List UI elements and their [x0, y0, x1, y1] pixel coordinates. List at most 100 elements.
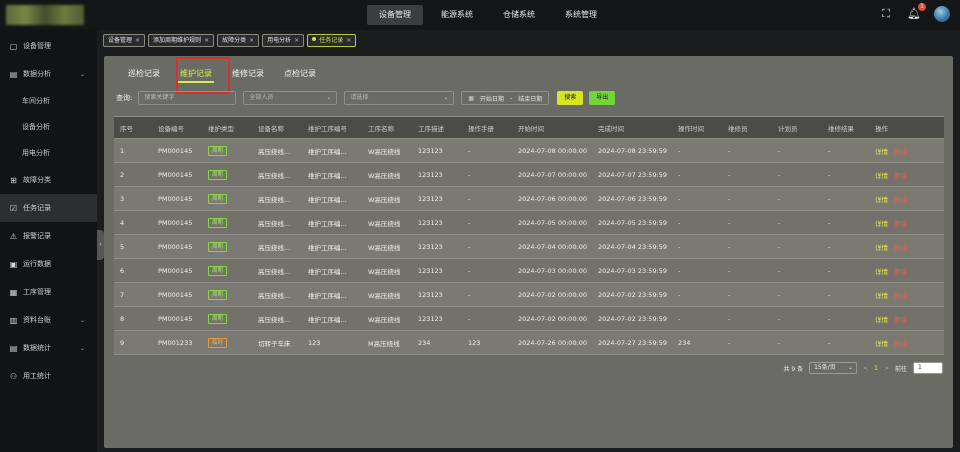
- sidebar-collapse-handle[interactable]: ‹: [97, 230, 104, 260]
- sidebar: ▢ 设备管理 ▤ 数据分析 ⌄ 车间分析 设备分析 用电分析 ⊞ 故障分类 ☑ 任务记录 ⚠ 报警记录 ▣ 运…: [0, 30, 97, 452]
- tab-0[interactable]: 巡检记录: [118, 64, 170, 83]
- sidebar-item[interactable]: ⚠ 报警记录: [0, 222, 97, 250]
- start-date-field[interactable]: 开始日期: [480, 94, 504, 103]
- person-select[interactable]: 全部人员 ⌄: [243, 91, 338, 105]
- data-icon: ▣: [9, 259, 18, 269]
- table-cell-repairer: -: [728, 170, 731, 179]
- close-icon[interactable]: ×: [204, 37, 209, 44]
- sidebar-item[interactable]: ▣ 运行数据: [0, 250, 97, 278]
- table-cell-start: 2024-07-02 00:00:00: [518, 290, 588, 299]
- search-button[interactable]: 搜索: [557, 91, 584, 105]
- process-icon: ▦: [9, 287, 18, 297]
- sidebar-item[interactable]: ▤ 数据统计 ⌄: [0, 334, 97, 362]
- detail-link[interactable]: 详情: [875, 292, 888, 300]
- delete-link[interactable]: 删除: [894, 268, 907, 276]
- breadcrumb-label: 用电分析: [267, 37, 292, 44]
- breadcrumb-tag[interactable]: 用电分析 ×: [262, 34, 305, 47]
- table-cell-start: 2024-07-07 00:00:00: [518, 170, 588, 179]
- delete-link[interactable]: 删除: [894, 244, 907, 252]
- breadcrumb-tag[interactable]: 设备管理 ×: [103, 34, 146, 47]
- table-cell-no: 3: [120, 194, 125, 203]
- breadcrumb-tag[interactable]: 故障分类 ×: [217, 34, 260, 47]
- delete-link[interactable]: 删除: [894, 292, 907, 300]
- sidebar-subitem[interactable]: 车间分析: [0, 88, 97, 114]
- top-nav-item[interactable]: 仓储系统: [491, 5, 547, 25]
- chevron-down-icon: ⌄: [79, 316, 85, 324]
- column-header: 完成时间: [598, 124, 624, 133]
- table-cell-repairer: -: [728, 146, 731, 155]
- bell-icon[interactable]: 🔔︎ 1: [906, 3, 926, 22]
- breadcrumb-tag[interactable]: 任务记录 ×: [307, 34, 357, 47]
- sidebar-item[interactable]: ☑ 任务记录: [0, 194, 97, 222]
- sidebar-subitem[interactable]: 设备分析: [0, 114, 97, 140]
- goto-page-input[interactable]: 1: [913, 362, 943, 374]
- sidebar-subitem[interactable]: 用电分析: [0, 140, 97, 166]
- monitor-icon: ▢: [9, 41, 18, 51]
- delete-link[interactable]: 删除: [894, 340, 907, 348]
- page-number-current[interactable]: 1: [874, 365, 878, 372]
- close-icon[interactable]: ×: [249, 37, 254, 44]
- avatar[interactable]: [934, 6, 950, 22]
- end-date-field[interactable]: 结束日期: [518, 94, 542, 103]
- close-icon[interactable]: ×: [135, 37, 140, 44]
- sidebar-item[interactable]: ▥ 资料台账 ⌄: [0, 306, 97, 334]
- keyword-placeholder: 搜索关键字: [144, 94, 175, 101]
- sidebar-item[interactable]: ▢ 设备管理: [0, 32, 97, 60]
- table-row: 9 PM001233 临时 切转子车床 123 M高压绕线 234 123 2024-07-26…: [114, 331, 944, 355]
- sidebar-item[interactable]: ⊞ 故障分类: [0, 166, 97, 194]
- table-cell-desc: 123123: [418, 314, 443, 323]
- table-cell-manual: -: [468, 170, 471, 179]
- chevron-down-icon: ⌄: [443, 94, 449, 101]
- column-header: 操作手册: [468, 124, 494, 133]
- table-cell-name: 高压绕线...: [258, 315, 291, 324]
- table-cell-opTime: -: [678, 170, 681, 179]
- detail-link[interactable]: 详情: [875, 316, 888, 324]
- breadcrumb-tag[interactable]: 添加周期维护规则 ×: [148, 34, 215, 47]
- sidebar-item[interactable]: ⚇ 用工统计: [0, 362, 97, 390]
- close-icon[interactable]: ×: [346, 37, 351, 44]
- prev-page-button[interactable]: <: [863, 365, 868, 372]
- tab-1[interactable]: 维护记录: [170, 64, 222, 83]
- tab-2[interactable]: 维修记录: [222, 64, 274, 83]
- table-cell-start: 2024-07-04 00:00:00: [518, 242, 588, 251]
- delete-link[interactable]: 删除: [894, 172, 907, 180]
- table-cell-name: 高压绕线...: [258, 195, 291, 204]
- table-cell-procName: W高压绕线: [368, 291, 401, 300]
- table-cell-finish: 2024-07-03 23:59:59: [598, 266, 668, 275]
- detail-link[interactable]: 详情: [875, 220, 888, 228]
- export-button[interactable]: 导出: [589, 91, 616, 105]
- sidebar-item[interactable]: ▦ 工序管理: [0, 278, 97, 306]
- next-page-button[interactable]: >: [884, 365, 889, 372]
- table-cell-code: PM000145: [158, 266, 193, 275]
- close-icon[interactable]: ×: [294, 37, 299, 44]
- top-nav-item[interactable]: 系统管理: [553, 5, 609, 25]
- table-cell-type: 周期: [202, 145, 252, 156]
- detail-link[interactable]: 详情: [875, 244, 888, 252]
- delete-link[interactable]: 删除: [894, 196, 907, 204]
- sidebar-item[interactable]: ▤ 数据分析 ⌄: [0, 60, 97, 88]
- column-header: 工序名称: [368, 124, 394, 133]
- detail-link[interactable]: 详情: [875, 268, 888, 276]
- top-nav-item[interactable]: 能源系统: [429, 5, 485, 25]
- table-cell-actions: 详情 删除: [869, 242, 944, 252]
- detail-link[interactable]: 详情: [875, 196, 888, 204]
- table-cell-manual: -: [468, 314, 471, 323]
- fullscreen-icon[interactable]: ⛶: [878, 6, 894, 22]
- detail-link[interactable]: 详情: [875, 172, 888, 180]
- top-nav-item[interactable]: 设备管理: [367, 5, 423, 25]
- detail-link[interactable]: 详情: [875, 148, 888, 156]
- type-select[interactable]: 请选择 ⌄: [344, 91, 455, 105]
- keyword-search-input[interactable]: 搜索关键字: [138, 91, 237, 105]
- delete-link[interactable]: 删除: [894, 148, 907, 156]
- date-range-picker[interactable]: ▦ 开始日期 - 结束日期: [461, 91, 550, 105]
- table-cell-procName: M高压绕线: [368, 339, 400, 348]
- page-size-select[interactable]: 15条/页 ⌄: [809, 362, 858, 374]
- delete-link[interactable]: 删除: [894, 316, 907, 324]
- sidebar-item-label: 用工统计: [23, 372, 51, 380]
- table-cell-no: 9: [120, 338, 125, 347]
- sidebar-item-label: 数据统计: [23, 344, 51, 352]
- delete-link[interactable]: 删除: [894, 220, 907, 228]
- tab-3[interactable]: 点检记录: [274, 64, 326, 83]
- detail-link[interactable]: 详情: [875, 340, 888, 348]
- table-cell-finish: 2024-07-04 23:59:59: [598, 242, 668, 251]
